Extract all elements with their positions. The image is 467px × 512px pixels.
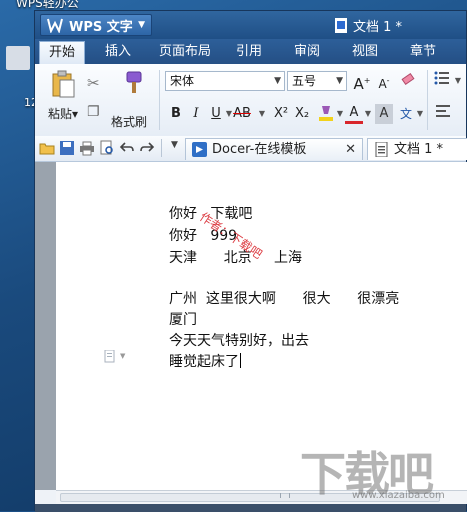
tab-docer-templates[interactable]: Docer-在线模板 ✕: [185, 138, 363, 160]
toolbar-divider: [161, 139, 162, 157]
tab-home[interactable]: 开始: [39, 41, 85, 64]
chevron-down-icon: ▼: [274, 76, 281, 86]
site-watermark-logo: 下载吧 www.xiazaiba.com: [300, 438, 467, 511]
save-icon[interactable]: [59, 140, 75, 156]
font-size-select[interactable]: 五号 ▼: [287, 71, 347, 91]
undo-icon[interactable]: [119, 140, 135, 156]
document-line-8-text: 睡觉起床了: [169, 354, 239, 370]
document-icon: [335, 18, 347, 33]
ribbon-home: 粘贴▾ ✂ ❐ 格式刷 宋体 ▼ 五号 ▼ A+ A- B I U ▼ AB ▼…: [35, 64, 466, 137]
paintbrush-icon: [126, 71, 142, 93]
print-icon[interactable]: [79, 140, 95, 156]
paste-label: 粘贴: [47, 107, 72, 121]
subscript-button[interactable]: X₂: [292, 104, 312, 124]
tab-chapter[interactable]: 章节: [403, 39, 443, 64]
open-folder-icon[interactable]: [39, 140, 55, 156]
document-icon: [375, 142, 388, 157]
wps-app-menu-button[interactable]: WPS 文字 ▼: [40, 14, 152, 36]
tab-review[interactable]: 审阅: [287, 39, 327, 64]
format-painter-button[interactable]: [113, 70, 153, 99]
clipboard-icon: [52, 70, 75, 98]
title-bar: WPS 文字 ▼ 文档 1 *: [35, 11, 466, 39]
copy-icon: ❐: [87, 104, 100, 120]
superscript-button[interactable]: X²: [271, 104, 291, 124]
paste-button[interactable]: 粘贴▾: [43, 70, 83, 122]
font-name-select[interactable]: 宋体 ▼: [165, 71, 285, 91]
clear-format-button[interactable]: [399, 71, 417, 91]
font-size-value: 五号: [292, 74, 317, 88]
tab-label: Docer-在线模板: [212, 142, 307, 157]
print-preview-icon[interactable]: [99, 140, 115, 156]
ribbon-divider: [159, 70, 160, 130]
tab-page-layout[interactable]: 页面布局: [153, 39, 217, 64]
document-line-3[interactable]: 天津 北京 上海: [169, 247, 302, 267]
strikethrough-button[interactable]: AB: [231, 104, 253, 124]
document-line-8[interactable]: 睡觉起床了: [169, 351, 241, 371]
bold-button[interactable]: B: [167, 104, 185, 124]
quick-access-toolbar: ▼ Docer-在线模板 ✕ 文档 1 *: [35, 136, 467, 162]
bullet-list-icon: [434, 71, 449, 85]
chevron-down-icon[interactable]: ▼: [120, 352, 125, 360]
paragraph-marker-icon[interactable]: [104, 350, 116, 364]
desktop-shortcut-icon[interactable]: 12: [0, 40, 38, 109]
scrollbar-grip: [280, 493, 290, 498]
ribbon-tabs: 开始 插入 页面布局 引用 审阅 视图 章节: [35, 39, 466, 64]
document-line-6[interactable]: 厦门: [169, 309, 197, 329]
eraser-icon: [401, 72, 415, 86]
document-line-7[interactable]: 今天天气特别好，出去: [169, 330, 309, 350]
tab-document-1[interactable]: 文档 1 *: [367, 138, 467, 160]
chevron-down-icon: ▼: [336, 76, 343, 86]
format-painter-label: 格式刷: [111, 115, 148, 129]
document-title: 文档 1 *: [335, 16, 402, 35]
chevron-down-icon: ▼: [138, 20, 145, 30]
grow-font-button[interactable]: A+: [353, 71, 371, 93]
align-left-icon: [436, 105, 450, 117]
strikethrough-dropdown[interactable]: ▼: [253, 104, 271, 124]
cut-button[interactable]: ✂: [87, 74, 100, 92]
font-name-value: 宋体: [170, 74, 195, 88]
document-title-text: 文档 1 *: [353, 20, 403, 35]
copy-button[interactable]: ❐: [87, 104, 100, 120]
align-left-button[interactable]: [435, 104, 453, 124]
redo-icon[interactable]: [139, 140, 155, 156]
site-logo-url: www.xiazaiba.com: [352, 490, 445, 501]
document-line-5[interactable]: 广州 这里很大啊 很大 很漂亮: [169, 288, 399, 308]
tab-view[interactable]: 视图: [345, 39, 385, 64]
char-shading-button[interactable]: A: [375, 104, 393, 124]
scissors-icon: ✂: [87, 74, 100, 92]
ribbon-divider: [427, 70, 428, 130]
customize-toolbar-dropdown[interactable]: ▼: [171, 140, 178, 150]
wps-logo-icon: [47, 18, 63, 33]
italic-button[interactable]: I: [187, 104, 205, 124]
tab-label: 文档 1 *: [394, 142, 444, 157]
bullets-dropdown[interactable]: ▼: [449, 71, 467, 91]
text-cursor: [240, 353, 241, 368]
tab-references[interactable]: 引用: [229, 39, 269, 64]
docer-icon: [192, 142, 207, 157]
tab-insert[interactable]: 插入: [95, 39, 141, 64]
shrink-font-button[interactable]: A-: [375, 71, 393, 91]
close-icon[interactable]: ✕: [345, 139, 356, 161]
wps-writer-window: WPS 文字 ▼ 文档 1 * 开始 插入 页面布局 引用 审阅 视图 章节 粘…: [34, 10, 467, 512]
app-button-label: WPS 文字: [69, 19, 133, 35]
